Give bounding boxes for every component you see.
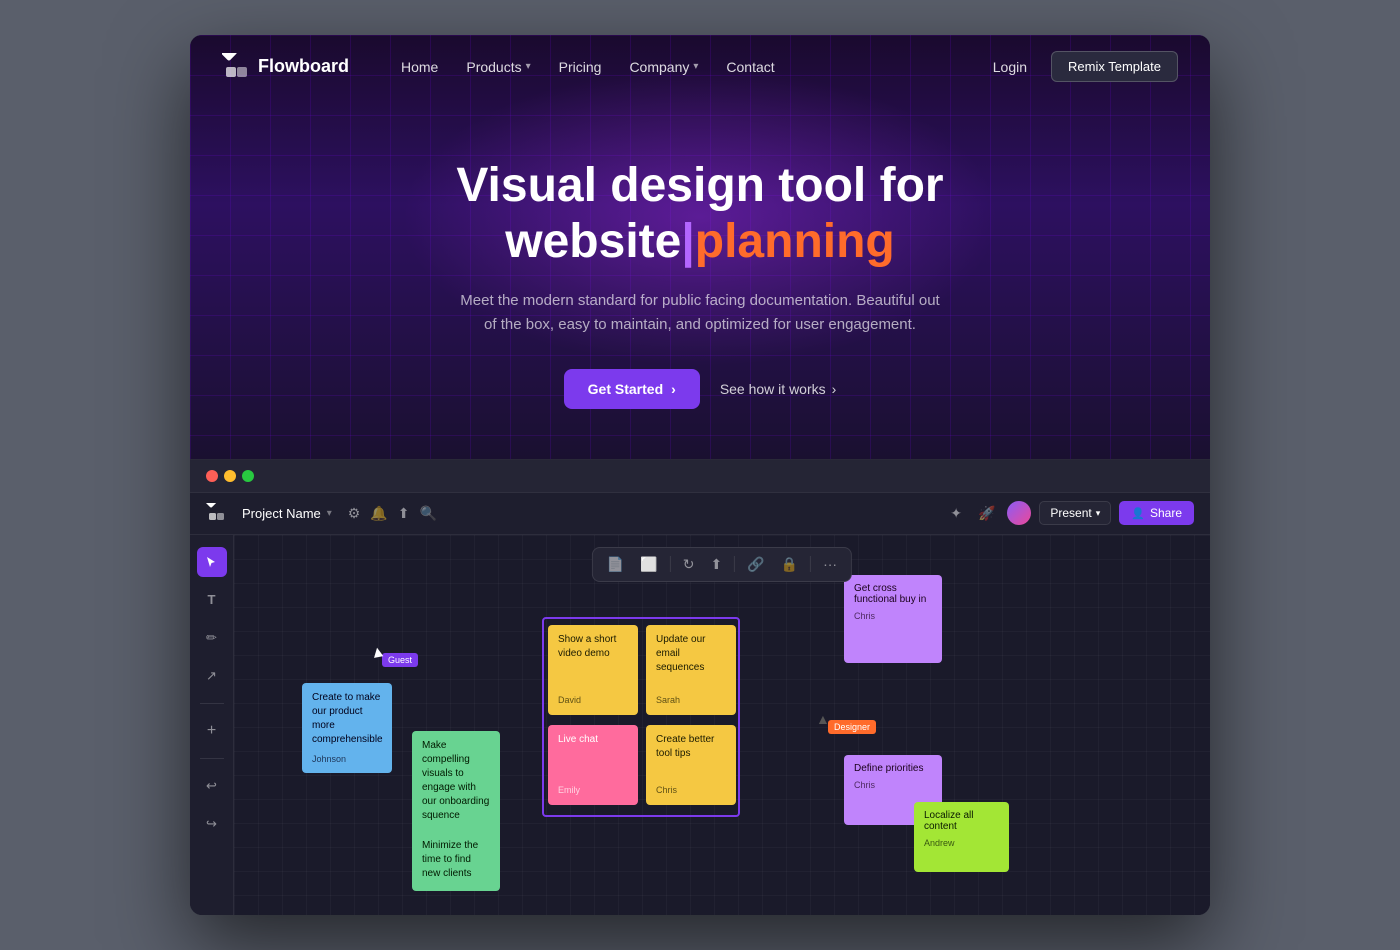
window-titlebar <box>190 460 1210 493</box>
sticky-localize-content[interactable]: Localize all content Andrew <box>914 802 1009 872</box>
maximize-button[interactable] <box>242 470 254 482</box>
chevron-right-icon: › <box>832 381 837 397</box>
toolbar-divider <box>670 556 671 572</box>
canvas[interactable]: 📄 ⬜ ↻ ⬆ 🔗 🔒 ··· Guest ▲ Create to make o <box>234 535 1210 915</box>
app-window: Project Name ▾ ⚙ 🔔 ⬆ 🔍 ✦ 🚀 Present ▾ 👤 <box>190 459 1210 915</box>
browser-window: Flowboard Home Products ▾ Pricing Compan… <box>190 35 1210 914</box>
remix-template-button[interactable]: Remix Template <box>1051 51 1178 82</box>
sticky-minimize-time[interactable]: Minimize the time to find new clients <box>412 831 500 891</box>
nav-products[interactable]: Products ▾ <box>454 53 542 81</box>
add-tool[interactable]: + <box>197 716 227 746</box>
share-icon: 👤 <box>1131 507 1145 520</box>
nav-pricing[interactable]: Pricing <box>547 53 614 81</box>
chevron-down-icon: ▾ <box>1096 508 1101 519</box>
sticky-live-chat[interactable]: Live chat Emily <box>548 725 638 805</box>
toolbar-divider <box>734 556 735 572</box>
close-button[interactable] <box>206 470 218 482</box>
app-logo-icon <box>206 503 226 523</box>
more-icon[interactable]: ··· <box>819 554 841 574</box>
hero-content: Visual design tool for website|planning … <box>190 98 1210 458</box>
toolbar-divider <box>200 703 224 704</box>
toolbar-right: ✦ 🚀 Present ▾ 👤 Share <box>946 501 1194 526</box>
toolbar-divider <box>200 758 224 759</box>
hero-title: Visual design tool for website|planning <box>230 158 1170 268</box>
chevron-down-icon: ▾ <box>526 61 531 72</box>
user-avatar <box>1007 501 1031 525</box>
nav-actions: Login Remix Template <box>981 51 1178 82</box>
toolbar-divider <box>810 556 811 572</box>
login-button[interactable]: Login <box>981 53 1039 81</box>
lock-icon[interactable]: 🔒 <box>777 554 802 575</box>
upload-icon[interactable]: ⬆ <box>398 505 410 522</box>
canvas-area: T ✏ ↗ + ↩ ↪ 📄 ⬜ ↻ ⬆ 🔗 <box>190 535 1210 915</box>
sticky-better-tools[interactable]: Create better tool tips Chris <box>646 725 736 805</box>
text-tool[interactable]: T <box>197 585 227 615</box>
settings-icon[interactable]: ⚙ <box>348 505 361 522</box>
minimize-button[interactable] <box>224 470 236 482</box>
link-icon[interactable]: 🔗 <box>743 554 768 575</box>
sticky-create-product[interactable]: Create to make our product more comprehe… <box>302 683 392 774</box>
frame-icon[interactable]: ⬜ <box>636 554 661 575</box>
nav-company[interactable]: Company ▾ <box>617 53 710 81</box>
chevron-down-icon: ▾ <box>693 61 698 72</box>
pen-tool[interactable]: ✏ <box>197 623 227 653</box>
bell-icon[interactable]: 🔔 <box>370 505 387 522</box>
nav-links: Home Products ▾ Pricing Company ▾ Contac… <box>389 53 981 81</box>
present-button[interactable]: Present ▾ <box>1039 501 1111 525</box>
export-icon[interactable]: ⬆ <box>707 554 727 575</box>
hero-buttons: Get Started › See how it works › <box>230 369 1170 409</box>
guest-cursor-label: Guest <box>382 653 418 667</box>
project-name-button[interactable]: Project Name ▾ <box>242 506 332 521</box>
share-button[interactable]: 👤 Share <box>1119 501 1194 525</box>
search-icon[interactable]: 🔍 <box>420 505 437 522</box>
designer-cursor-arrow: ▲ <box>816 711 830 727</box>
arrow-tool[interactable]: ↗ <box>197 661 227 691</box>
logo-icon <box>222 53 250 81</box>
get-started-button[interactable]: Get Started › <box>564 369 700 409</box>
left-toolbar: T ✏ ↗ + ↩ ↪ <box>190 535 234 915</box>
see-how-button[interactable]: See how it works › <box>720 381 837 397</box>
nav-home[interactable]: Home <box>389 53 450 81</box>
undo-tool[interactable]: ↩ <box>197 771 227 801</box>
arrow-right-icon: › <box>671 381 676 397</box>
canvas-toolbar: 📄 ⬜ ↻ ⬆ 🔗 🔒 ··· <box>592 547 852 582</box>
chevron-down-icon: ▾ <box>327 508 332 519</box>
toolbar-icons: ⚙ 🔔 ⬆ 🔍 <box>348 505 437 522</box>
cursor-tool[interactable] <box>197 547 227 577</box>
rocket-icon[interactable]: 🚀 <box>974 501 999 526</box>
redo-tool[interactable]: ↪ <box>197 809 227 839</box>
hero-subtitle: Meet the modern standard for public faci… <box>460 289 940 337</box>
doc-icon[interactable]: 📄 <box>603 554 628 575</box>
sticky-update-email[interactable]: Update our email sequences Sarah <box>646 625 736 715</box>
rotate-icon[interactable]: ↻ <box>679 554 699 575</box>
nav-contact[interactable]: Contact <box>714 53 786 81</box>
magic-icon[interactable]: ✦ <box>946 501 966 526</box>
sticky-show-video[interactable]: Show a short video demo David <box>548 625 638 715</box>
hero-section: Flowboard Home Products ▾ Pricing Compan… <box>190 35 1210 458</box>
sticky-cross-functional[interactable]: Get cross functional buy in Chris <box>844 575 942 663</box>
app-toolbar: Project Name ▾ ⚙ 🔔 ⬆ 🔍 ✦ 🚀 Present ▾ 👤 <box>190 493 1210 535</box>
navbar: Flowboard Home Products ▾ Pricing Compan… <box>190 35 1210 98</box>
logo: Flowboard <box>222 53 349 81</box>
designer-cursor-label: Designer <box>828 720 876 734</box>
guest-cursor-arrow: ▲ <box>369 642 388 662</box>
